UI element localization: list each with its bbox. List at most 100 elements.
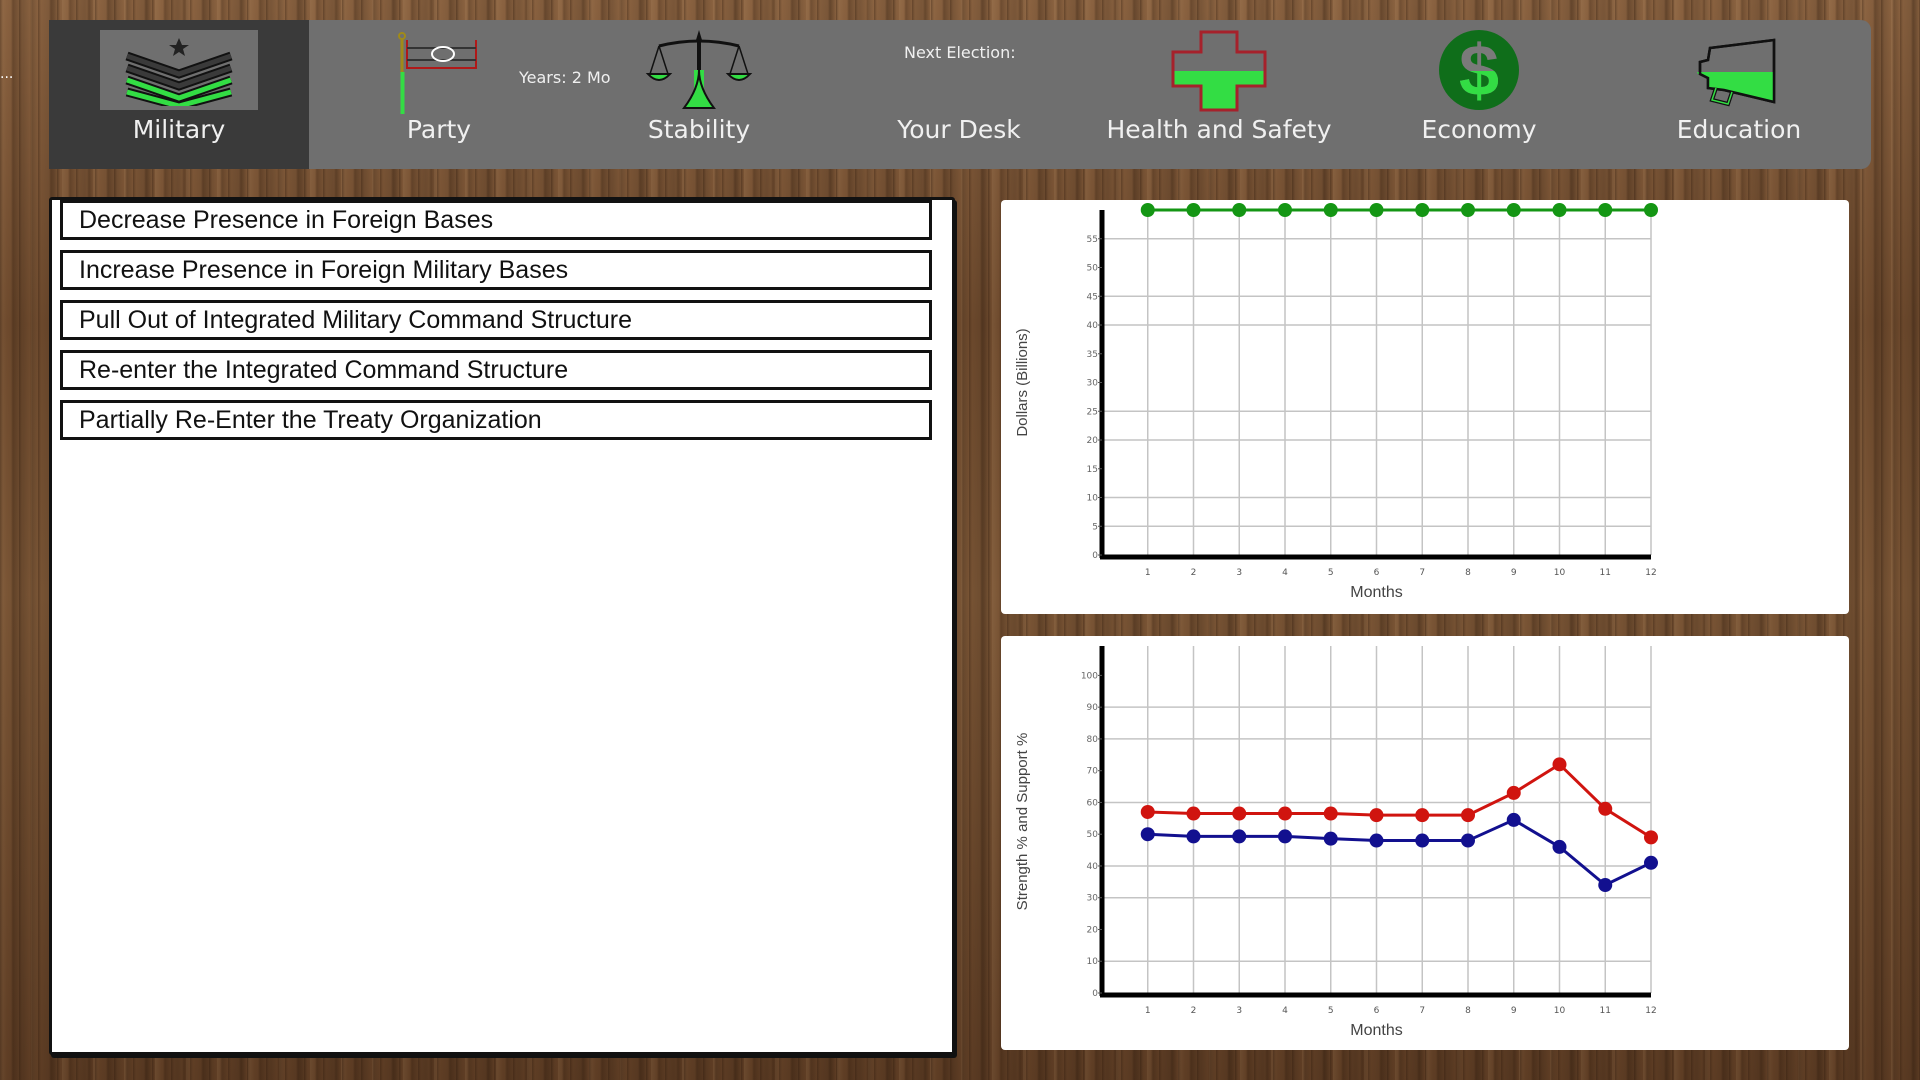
data-point <box>1323 831 1338 846</box>
y-tick-label: 90 <box>1087 703 1099 713</box>
data-point <box>1278 806 1292 821</box>
data-point <box>1278 203 1292 217</box>
x-tick-label: 7 <box>1419 568 1425 578</box>
data-point <box>1506 203 1521 217</box>
tab-your-desk-label: Your Desk <box>897 115 1021 144</box>
y-tick-label: 20 <box>1087 436 1099 446</box>
y-tick-label: 100 <box>1081 671 1098 681</box>
x-axis-title: Months <box>1350 1022 1402 1039</box>
x-tick-label: 10 <box>1554 568 1566 578</box>
tab-stability[interactable]: Stability <box>569 20 829 169</box>
strength-support-chart: 01020304050607080901001 2 3 4 5 6 7 8 9 10 11 12Mon… <box>1014 646 1658 1039</box>
data-point <box>1506 785 1521 800</box>
x-tick-label: 2 <box>1191 1006 1197 1016</box>
tab-education-label: Education <box>1676 115 1802 144</box>
x-tick-label: 6 <box>1374 1006 1380 1016</box>
x-tick-label: 12 <box>1645 568 1656 578</box>
data-point <box>1186 203 1201 217</box>
x-tick-label: 11 <box>1600 1006 1611 1016</box>
policy-option[interactable]: Pull Out of Integrated Military Command … <box>60 300 932 340</box>
x-tick-label: 8 <box>1465 568 1471 578</box>
edge-overflow-text: ... <box>0 66 14 82</box>
policy-option[interactable]: Re-enter the Integrated Command Structur… <box>60 350 932 390</box>
data-point <box>1506 812 1521 827</box>
x-tick-label: 1 <box>1145 1006 1151 1016</box>
x-tick-label: 7 <box>1419 1006 1425 1016</box>
data-point <box>1323 806 1338 821</box>
x-tick-label: 4 <box>1282 1006 1288 1016</box>
dollar-coin-icon: $ $ <box>1437 29 1521 115</box>
y-tick-label: 30 <box>1087 379 1099 389</box>
policy-list-panel: Decrease Presence in Foreign Bases Incre… <box>49 197 955 1055</box>
data-point <box>1598 878 1613 893</box>
y-axis-title: Dollars (Billions) <box>1014 328 1031 436</box>
data-point <box>1552 839 1567 854</box>
data-point <box>1323 203 1338 217</box>
data-point <box>1232 203 1247 217</box>
data-point <box>1278 829 1292 844</box>
y-tick-label: 5 <box>1092 522 1098 532</box>
x-tick-label: 8 <box>1465 1006 1471 1016</box>
y-tick-label: 80 <box>1087 735 1099 745</box>
y-tick-label: 15 <box>1087 465 1098 475</box>
x-axis-title: Months <box>1350 584 1402 601</box>
x-tick-label: 5 <box>1328 568 1334 578</box>
data-point <box>1140 827 1155 842</box>
data-point <box>1644 830 1658 845</box>
megaphone-icon <box>1694 38 1784 112</box>
y-tick-label: 50 <box>1087 264 1099 274</box>
x-tick-label: 3 <box>1236 568 1242 578</box>
tab-party-label: Party <box>406 115 472 144</box>
y-tick-label: 40 <box>1087 862 1099 872</box>
policy-option[interactable]: Increase Presence in Foreign Military Ba… <box>60 250 932 290</box>
y-tick-label: 30 <box>1087 894 1099 904</box>
budget-chart: 05101520253035404550551 2 3 4 5 6 7 8 9 10 11 12Mon… <box>1014 203 1658 601</box>
chevron-rank-icon <box>100 30 258 110</box>
top-nav-bar: Military Party Years: 2 Mo Stability You… <box>49 20 1871 169</box>
data-point <box>1552 757 1567 772</box>
x-tick-label: 9 <box>1511 568 1517 578</box>
tab-health-and-safety-label: Health and Safety <box>1106 115 1332 144</box>
next-election-label: Next Election: <box>904 43 1016 62</box>
data-point <box>1415 833 1430 848</box>
data-point <box>1644 855 1658 870</box>
data-point <box>1186 806 1201 821</box>
series-line <box>1147 818 1652 887</box>
data-point <box>1415 203 1430 217</box>
tab-party[interactable]: Party <box>309 20 569 169</box>
policy-option[interactable]: Decrease Presence in Foreign Bases <box>60 200 932 240</box>
party-flag-icon <box>398 32 480 120</box>
series-line <box>1147 762 1652 839</box>
y-tick-label: 35 <box>1087 350 1098 360</box>
y-tick-label: 55 <box>1087 235 1098 245</box>
policy-option[interactable]: Partially Re-Enter the Treaty Organizati… <box>60 400 932 440</box>
tab-economy-label: Economy <box>1421 115 1537 144</box>
strength-support-chart-card: 0 10 20 30 40 50 60 70 80 90 100 1 2 3 4 5 6 7 8 9 10 11 12 Mon… <box>1001 636 1849 1050</box>
y-axis-title: Strength % and Support % <box>1014 733 1031 911</box>
y-tick-label: 40 <box>1087 321 1099 331</box>
y-tick-label: 50 <box>1087 830 1099 840</box>
tab-stability-label: Stability <box>647 115 751 144</box>
data-point <box>1461 833 1475 848</box>
tab-military[interactable]: Military <box>49 20 309 169</box>
y-tick-label: 70 <box>1087 767 1099 777</box>
data-point <box>1369 203 1384 217</box>
data-point <box>1369 833 1384 848</box>
data-point <box>1461 808 1475 823</box>
tab-health-and-safety[interactable]: Health and Safety <box>1089 20 1349 169</box>
x-tick-label: 12 <box>1645 1006 1656 1016</box>
y-tick-label: 0 <box>1092 989 1098 999</box>
tab-education[interactable]: Education <box>1609 20 1869 169</box>
x-tick-label: 1 <box>1145 568 1151 578</box>
tab-economy[interactable]: $ $ Economy <box>1349 20 1609 169</box>
data-point <box>1552 203 1567 217</box>
data-point <box>1461 203 1475 217</box>
x-tick-label: 5 <box>1328 1006 1334 1016</box>
y-tick-label: 10 <box>1087 494 1099 504</box>
x-tick-label: 9 <box>1511 1006 1517 1016</box>
x-tick-label: 11 <box>1600 568 1611 578</box>
data-point <box>1644 203 1658 217</box>
data-point <box>1598 801 1613 816</box>
data-point <box>1186 829 1201 844</box>
y-tick-label: 45 <box>1087 292 1098 302</box>
